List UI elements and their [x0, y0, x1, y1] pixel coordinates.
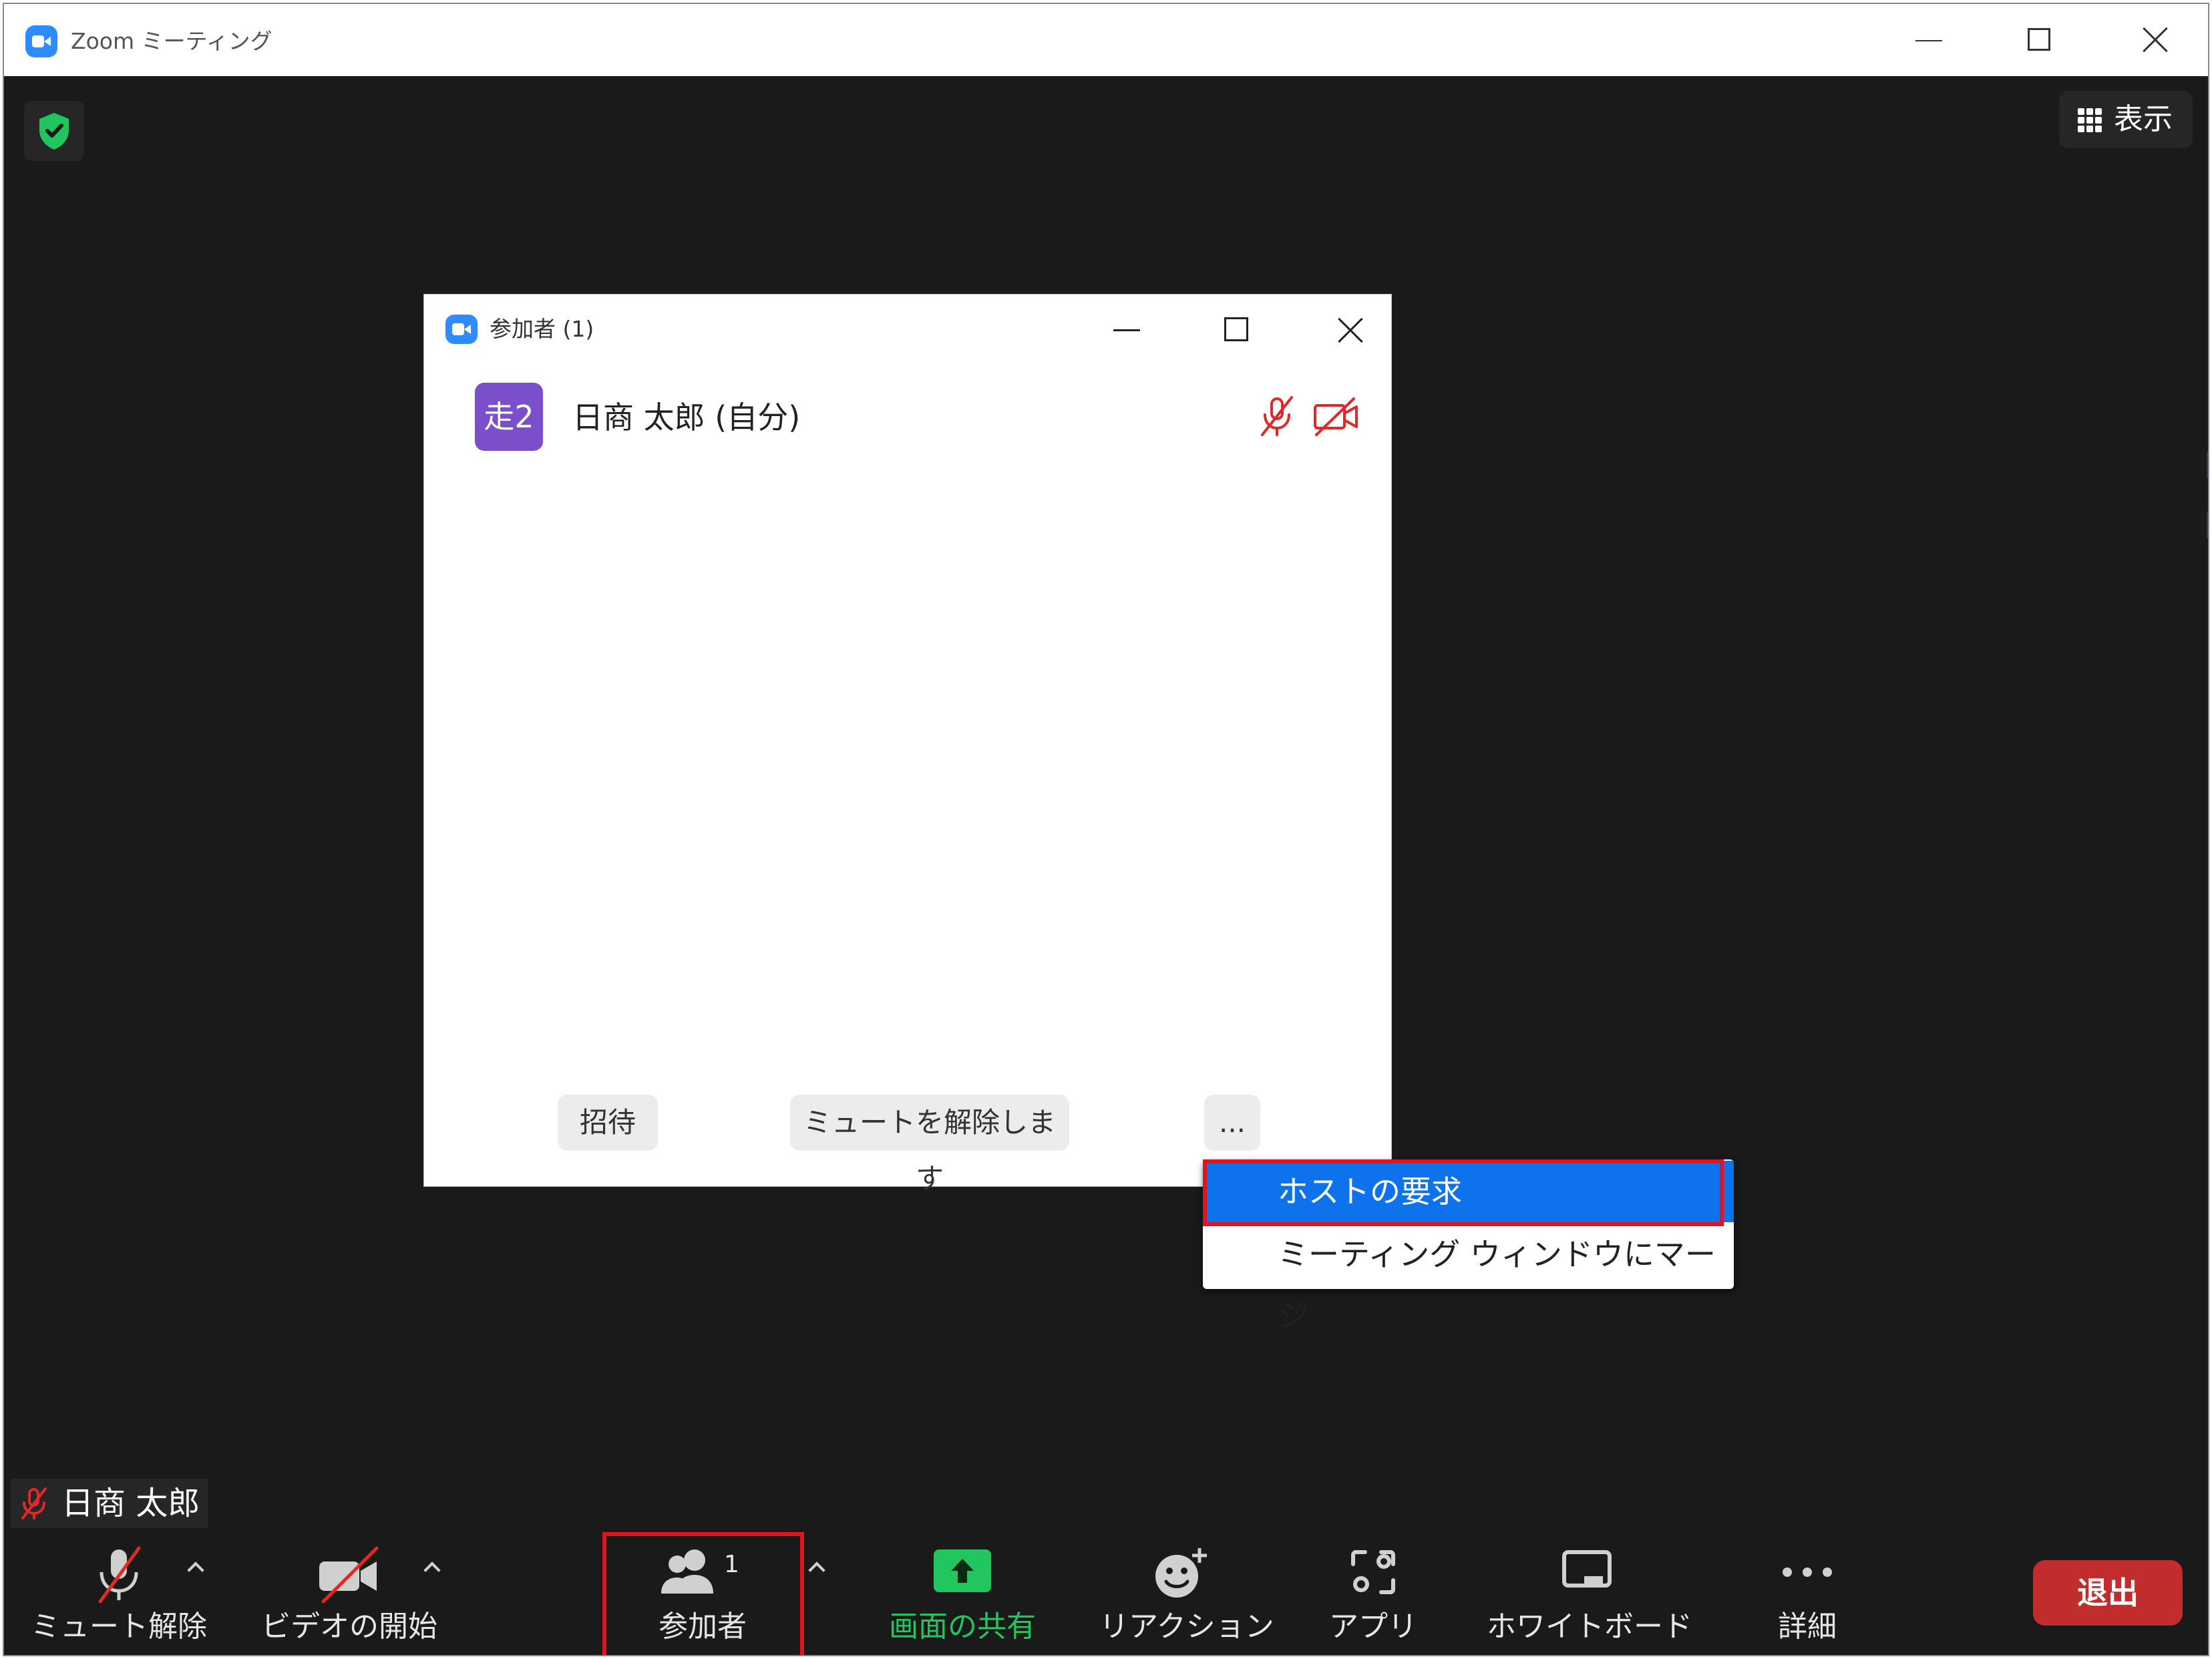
muted-mic-icon	[98, 1546, 141, 1604]
start-video-button[interactable]: ビデオの開始	[259, 1540, 439, 1654]
edge-indicator	[2207, 451, 2208, 478]
participants-panel: 参加者 (1) 走2 日商 太郎 (自分) 招待 ミュートを解除します ...	[423, 294, 1392, 1195]
zoom-logo-icon	[445, 315, 478, 344]
panel-title: 参加者 (1)	[490, 316, 594, 342]
unmute-label: ミュート解除	[31, 1610, 207, 1644]
muted-mic-icon[interactable]	[1256, 395, 1298, 437]
panel-maximize-button[interactable]	[1206, 309, 1266, 349]
start-video-label: ビデオの開始	[261, 1610, 437, 1644]
shield-check-icon	[39, 113, 69, 150]
panel-minimize-button[interactable]	[1097, 309, 1157, 349]
highlight-annotation	[602, 1532, 804, 1655]
more-dots-icon	[1783, 1568, 1832, 1577]
more-options-button[interactable]: ...	[1204, 1095, 1260, 1151]
window-title: Zoom ミーティング	[71, 28, 272, 54]
unmute-request-button[interactable]: ミュートを解除します	[790, 1095, 1069, 1195]
reaction-smile-icon	[1155, 1548, 1207, 1598]
highlight-annotation	[1203, 1159, 1724, 1226]
participant-name: 日商 太郎 (自分)	[572, 399, 801, 435]
whiteboard-button[interactable]: ホワイトボード	[1487, 1540, 1692, 1654]
self-name-tag: 日商 太郎	[11, 1479, 208, 1528]
apps-icon	[1351, 1550, 1395, 1594]
share-screen-button[interactable]: 画面の共有	[872, 1540, 1053, 1654]
menu-item-merge-window[interactable]: ミーティング ウィンドウにマージ	[1203, 1224, 1734, 1334]
whiteboard-icon	[1562, 1550, 1612, 1588]
invite-button[interactable]: 招待	[558, 1095, 658, 1151]
self-name-label: 日商 太郎	[61, 1485, 200, 1522]
video-off-icon	[319, 1546, 379, 1604]
unmute-button[interactable]: ミュート解除	[31, 1540, 207, 1654]
muted-mic-icon	[21, 1487, 47, 1519]
more-label: 詳細	[1778, 1610, 1837, 1644]
maximize-button[interactable]	[2001, 16, 2081, 64]
title-bar: Zoom ミーティング	[4, 4, 2208, 76]
participants-options-caret[interactable]	[804, 1555, 831, 1582]
leave-button[interactable]: 退出	[2033, 1560, 2183, 1626]
view-button-label: 表示	[2114, 102, 2173, 136]
close-button[interactable]	[2114, 16, 2195, 64]
view-button[interactable]: 表示	[2059, 91, 2193, 148]
grid-icon	[2078, 108, 2102, 132]
video-options-caret[interactable]	[419, 1555, 446, 1582]
reactions-label: リアクション	[1099, 1610, 1274, 1644]
avatar: 走2	[475, 383, 543, 451]
share-screen-icon	[934, 1549, 991, 1592]
whiteboard-label: ホワイトボード	[1487, 1610, 1692, 1644]
participant-row[interactable]: 走2 日商 太郎 (自分)	[424, 381, 1391, 462]
apps-button[interactable]: アプリ	[1313, 1540, 1433, 1654]
share-screen-label: 画面の共有	[889, 1610, 1036, 1644]
audio-options-caret[interactable]	[183, 1555, 210, 1582]
more-button[interactable]: 詳細	[1740, 1540, 1874, 1654]
zoom-logo-icon	[25, 25, 57, 57]
minimize-button[interactable]	[1889, 16, 1969, 64]
apps-label: アプリ	[1329, 1610, 1417, 1644]
edge-indicator	[2207, 512, 2208, 538]
video-off-icon[interactable]	[1312, 395, 1359, 437]
zoom-meeting-window: Zoom ミーティング 表示 参加者 (1) 走2 日商 太郎 (自分) 招待 …	[3, 3, 2209, 1656]
security-shield-icon[interactable]	[24, 101, 84, 161]
panel-close-button[interactable]	[1320, 309, 1380, 349]
reactions-button[interactable]: リアクション	[1099, 1540, 1274, 1654]
